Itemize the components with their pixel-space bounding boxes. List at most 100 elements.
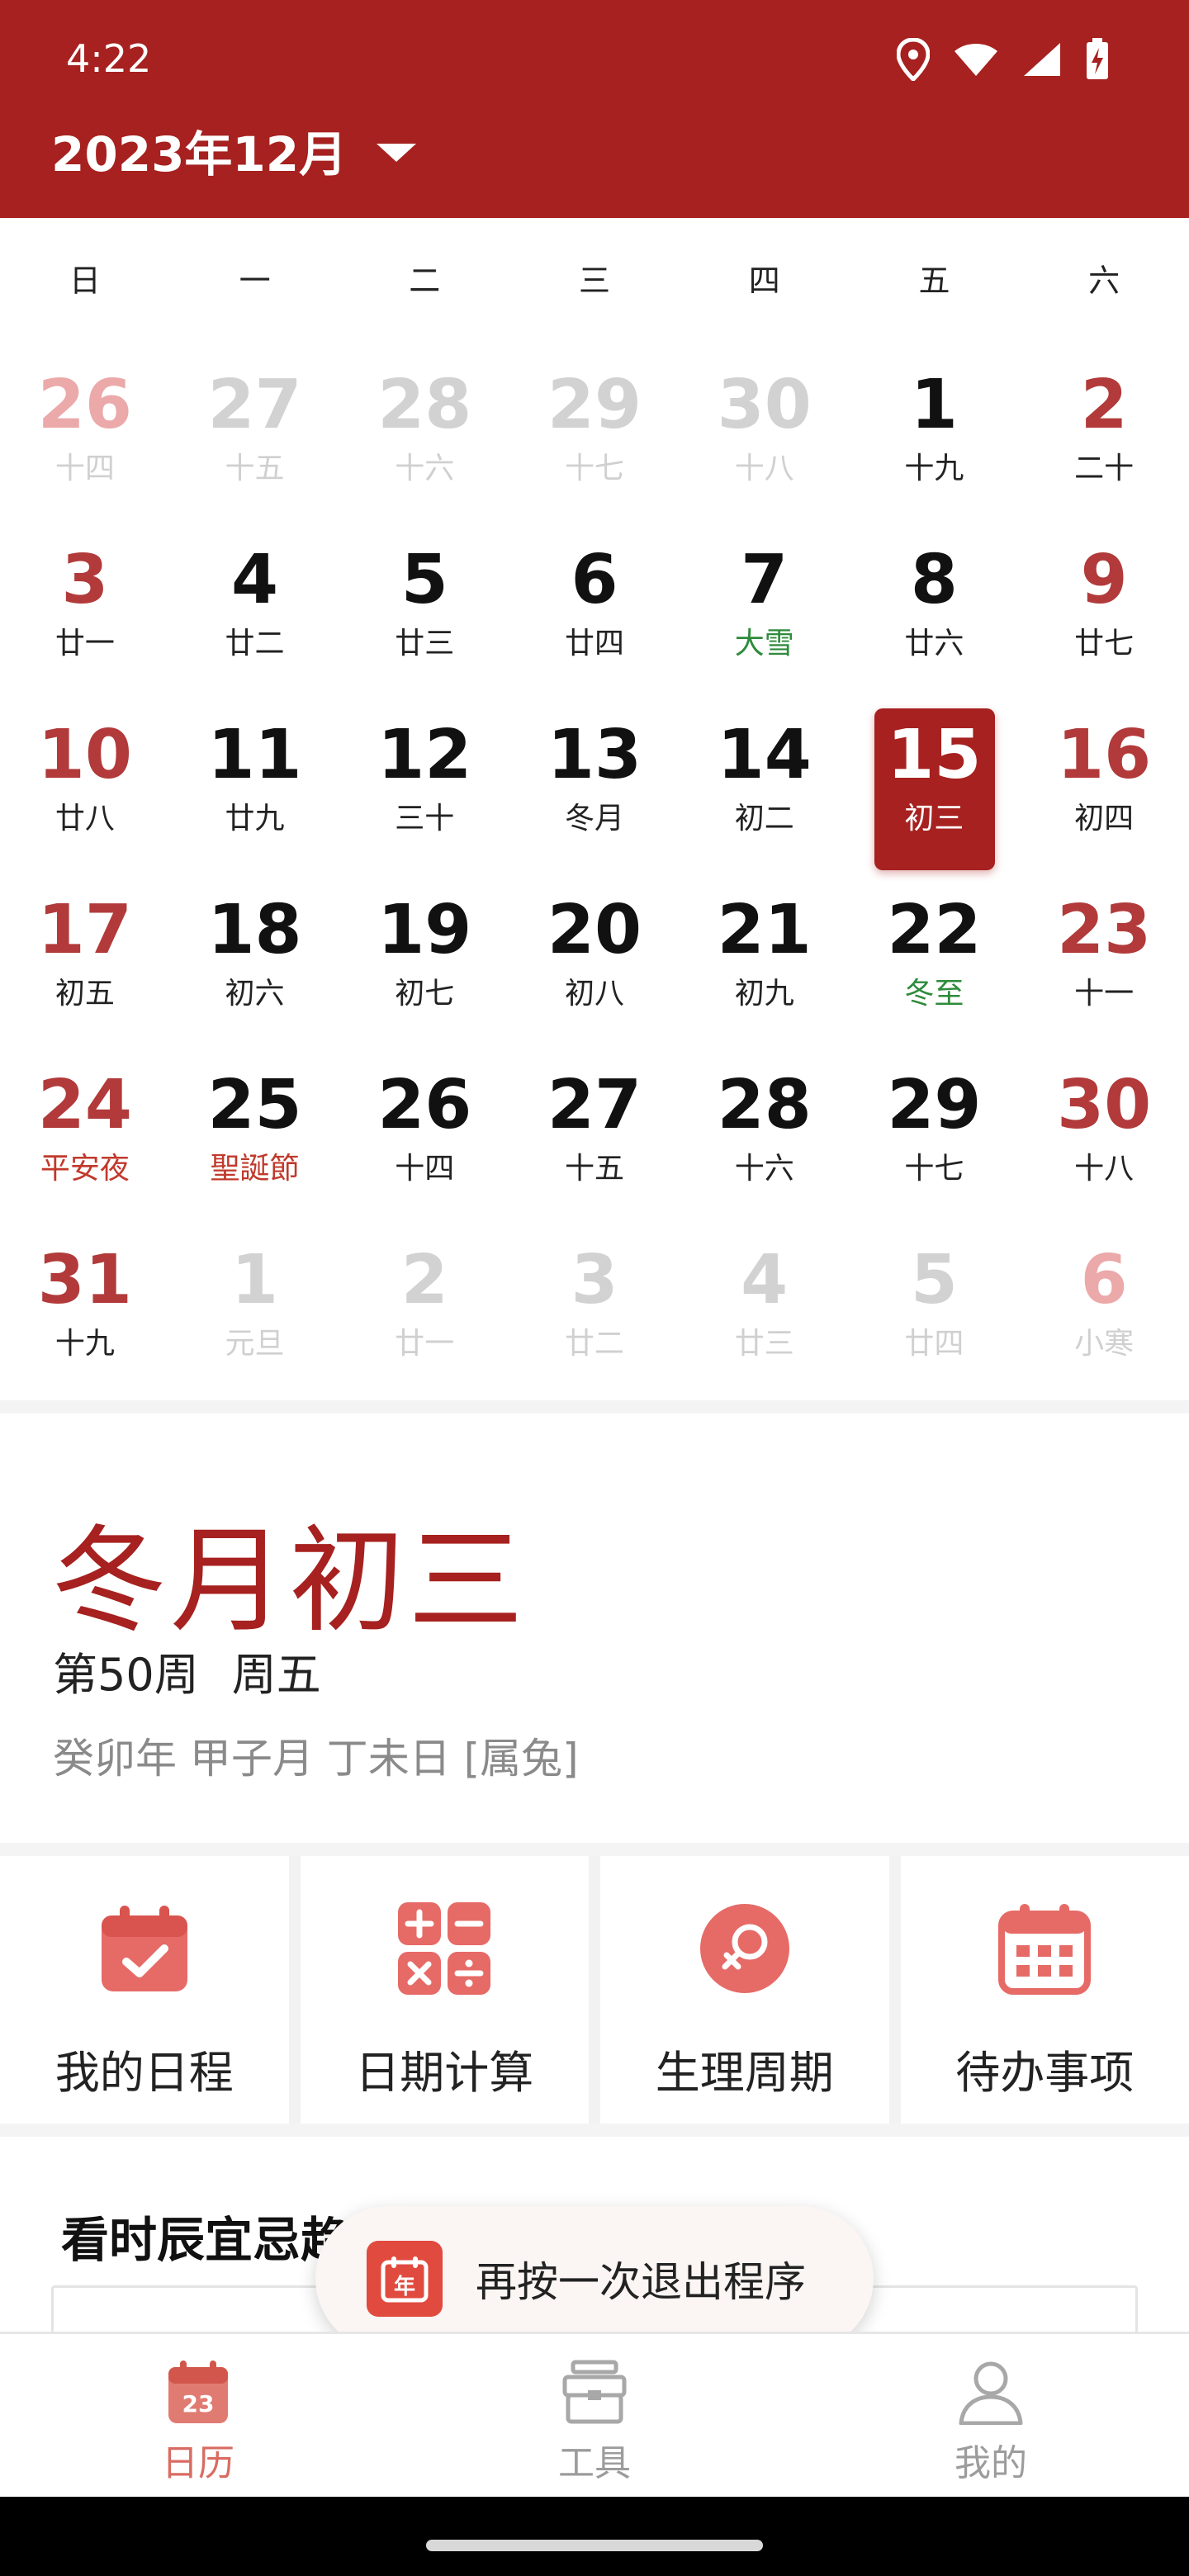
tool-my-schedule[interactable]: 我的日程 xyxy=(0,1856,289,2124)
battery-charging-icon xyxy=(1087,38,1108,79)
home-gesture-handle[interactable] xyxy=(426,2540,763,2551)
calendar-day-cell[interactable]: 11 廿九 xyxy=(170,700,340,875)
calendar-day-cell[interactable]: 4 廿三 xyxy=(680,1225,850,1400)
calendar-day-cell[interactable]: 25 聖誕節 xyxy=(170,1050,340,1225)
logo-text: 年 xyxy=(394,2274,415,2299)
day-number: 1 xyxy=(910,366,958,444)
day-number: 4 xyxy=(741,1241,789,1319)
nav-tab-me[interactable]: 我的 xyxy=(793,2334,1189,2497)
calendar-day-cell[interactable]: 26 十四 xyxy=(0,350,170,525)
day-number: 3 xyxy=(571,1241,618,1319)
day-number: 5 xyxy=(400,541,448,619)
tool-date-calculator[interactable]: 日期计算 xyxy=(300,1856,589,2124)
calendar-day-cell[interactable]: 5 廿三 xyxy=(339,525,509,700)
nav-tab-tools[interactable]: 工具 xyxy=(396,2334,793,2497)
calendar-day-cell[interactable]: 2 二十 xyxy=(1019,350,1189,525)
lunar-label: 廿七 xyxy=(1074,627,1135,661)
calendar-day-cell[interactable]: 18 初六 xyxy=(170,875,340,1050)
calendar-day-cell[interactable]: 3 廿一 xyxy=(0,525,170,700)
calendar-day-cell[interactable]: 2 廿一 xyxy=(339,1225,509,1400)
lunar-label: 初三 xyxy=(904,802,964,836)
calendar-day-cell[interactable]: 28 十六 xyxy=(680,1050,850,1225)
day-number: 30 xyxy=(717,366,812,444)
day-number: 29 xyxy=(887,1066,982,1144)
calendar-day-cell[interactable]: 1 元旦 xyxy=(170,1225,340,1400)
tool-menstrual-cycle[interactable]: 生理周期 xyxy=(600,1856,889,2124)
app-logo-icon: 年 xyxy=(367,2241,443,2317)
calendar-day-cell[interactable]: 6 小寒 xyxy=(1019,1225,1189,1400)
lunar-label: 十八 xyxy=(1074,1152,1135,1186)
selected-day-info: 冬月初三 第50周 周五 癸卯年 甲子月 丁未日 [属兔] xyxy=(0,1413,1189,1843)
calendar-day-cell[interactable]: 6 廿四 xyxy=(509,525,680,700)
calendar-day-cell[interactable]: 17 初五 xyxy=(0,875,170,1050)
calendar-day-cell[interactable]: 31 十九 xyxy=(0,1225,170,1400)
calendar-day-cell[interactable]: 27 十五 xyxy=(170,350,340,525)
calendar-tab-icon: 23 xyxy=(168,2361,228,2423)
day-number: 7 xyxy=(741,541,789,619)
calendar-day-cell[interactable]: 7 大雪 xyxy=(680,525,850,700)
weekday-label: 一 xyxy=(239,263,271,299)
calendar-day-cell[interactable]: 24 平安夜 xyxy=(0,1050,170,1225)
toast-message: 再按一次退出程序 xyxy=(476,2258,806,2306)
calendar-day-cell[interactable]: 13 冬月 xyxy=(509,700,680,875)
calendar-day-cell[interactable]: 29 十七 xyxy=(850,1050,1020,1225)
status-icons xyxy=(897,33,1110,86)
lunar-date-title: 冬月初三 xyxy=(51,1514,528,1649)
nav-tab-calendar[interactable]: 23 日历 xyxy=(0,2334,396,2497)
calendar-day-cell[interactable]: 28 十六 xyxy=(339,350,509,525)
wifi-icon xyxy=(955,44,997,76)
calendar-day-cell[interactable]: 14 初二 xyxy=(680,700,850,875)
calendar-day-cell[interactable]: 5 廿四 xyxy=(850,1225,1020,1400)
bottom-navigation: 23 日历 工具 我的 xyxy=(0,2332,1189,2497)
section-divider xyxy=(0,1400,1189,1413)
day-number: 24 xyxy=(37,1066,132,1144)
calendar-grid-icon xyxy=(997,1901,1092,1996)
calendar-day-cell[interactable]: 26 十四 xyxy=(339,1050,509,1225)
holiday-label: 聖誕節 xyxy=(210,1152,300,1186)
system-navigation-bar xyxy=(0,2497,1189,2576)
lunar-label: 廿四 xyxy=(564,627,624,661)
toolbox-icon xyxy=(562,2360,627,2424)
day-number: 19 xyxy=(377,891,472,969)
tool-todo-list[interactable]: 待办事项 xyxy=(900,1856,1189,2124)
lunar-label: 十四 xyxy=(395,1152,455,1186)
calendar-day-cell[interactable]: 3 廿二 xyxy=(509,1225,680,1400)
calendar-day-cell[interactable]: 16 初四 xyxy=(1019,700,1189,875)
lunar-label: 十五 xyxy=(564,1152,624,1186)
lunar-label: 廿八 xyxy=(54,802,115,836)
calendar-day-cell[interactable]: 29 十七 xyxy=(509,350,680,525)
lunar-label: 初六 xyxy=(225,977,285,1011)
calendar-day-cell[interactable]: 10 廿八 xyxy=(0,700,170,875)
calendar-day-cell[interactable]: 22 冬至 xyxy=(850,875,1020,1050)
location-icon xyxy=(897,38,930,81)
calendar-day-cell[interactable]: 1 十九 xyxy=(850,350,1020,525)
calendar-day-cell[interactable]: 4 廿二 xyxy=(170,525,340,700)
month-title: 2023年12月 xyxy=(51,126,348,182)
calendar-day-cell[interactable]: 9 廿七 xyxy=(1019,525,1189,700)
calendar-day-cell[interactable]: 20 初八 xyxy=(509,875,680,1050)
calendar-day-cell[interactable]: 12 三十 xyxy=(339,700,509,875)
female-symbol-icon xyxy=(697,1901,793,1996)
lunar-label: 初二 xyxy=(734,802,794,836)
day-number: 11 xyxy=(207,716,302,794)
calendar-day-cell[interactable]: 19 初七 xyxy=(339,875,509,1050)
day-number: 6 xyxy=(571,541,618,619)
lunar-label: 初七 xyxy=(395,977,455,1011)
day-number: 31 xyxy=(37,1241,132,1319)
lunar-label: 廿一 xyxy=(54,627,115,661)
calendar-day-cell[interactable]: 23 十一 xyxy=(1019,875,1189,1050)
day-number: 13 xyxy=(547,716,642,794)
tool-label: 待办事项 xyxy=(955,2047,1135,2099)
tool-label: 日期计算 xyxy=(355,2047,534,2099)
day-number: 1 xyxy=(231,1241,279,1319)
calendar-day-cell[interactable]: 27 十五 xyxy=(509,1050,680,1225)
calendar-day-cell[interactable]: 8 廿六 xyxy=(850,525,1020,700)
calendar-day-cell[interactable]: 30 十八 xyxy=(1019,1050,1189,1225)
tool-label: 生理周期 xyxy=(655,2047,834,2099)
calendar-day-cell[interactable]: 30 十八 xyxy=(680,350,850,525)
calendar-day-cell[interactable]: 21 初九 xyxy=(680,875,850,1050)
calendar-day-cell-selected[interactable]: 15 初三 xyxy=(850,700,1020,875)
lunar-label: 十七 xyxy=(904,1152,964,1186)
month-selector[interactable]: 2023年12月 xyxy=(51,116,417,185)
day-number: 25 xyxy=(207,1066,302,1144)
